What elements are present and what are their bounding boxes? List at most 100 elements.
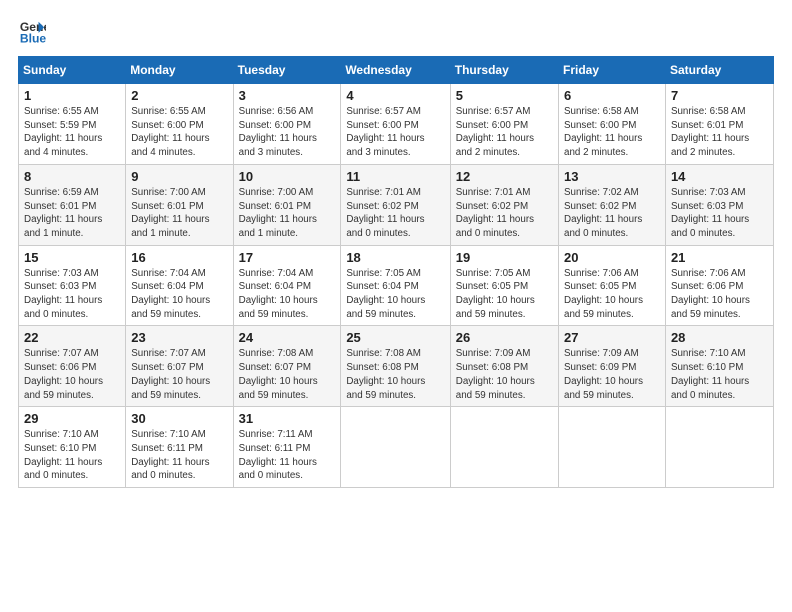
day-info: Sunrise: 7:00 AMSunset: 6:01 PMDaylight:… — [131, 186, 227, 241]
weekday-header-tuesday: Tuesday — [233, 57, 341, 84]
calendar-cell: 9Sunrise: 7:00 AMSunset: 6:01 PMDaylight… — [126, 164, 233, 245]
day-info: Sunrise: 7:09 AMSunset: 6:08 PMDaylight:… — [456, 347, 553, 402]
day-number: 16 — [131, 250, 227, 265]
day-info: Sunrise: 7:04 AMSunset: 6:04 PMDaylight:… — [131, 267, 227, 322]
calendar-cell: 1 Sunrise: 6:55 AMSunset: 5:59 PMDaylight… — [19, 84, 126, 165]
day-info: Sunrise: 7:04 AMSunset: 6:04 PMDaylight:… — [239, 267, 336, 322]
day-number: 10 — [239, 169, 336, 184]
day-number: 4 — [346, 88, 444, 103]
day-number: 6 — [564, 88, 660, 103]
day-info: Sunrise: 7:01 AMSunset: 6:02 PMDaylight:… — [456, 186, 553, 241]
day-number: 29 — [24, 411, 120, 426]
day-number: 2 — [131, 88, 227, 103]
day-number: 15 — [24, 250, 120, 265]
day-number: 1 — [24, 88, 120, 103]
day-number: 12 — [456, 169, 553, 184]
day-number: 11 — [346, 169, 444, 184]
calendar-cell: 16 Sunrise: 7:04 AMSunset: 6:04 PMDayligh… — [126, 245, 233, 326]
weekday-header-sunday: Sunday — [19, 57, 126, 84]
day-info: Sunrise: 7:01 AMSunset: 6:02 PMDaylight:… — [346, 186, 444, 241]
day-info: Sunrise: 6:59 AMSunset: 6:01 PMDaylight:… — [24, 186, 120, 241]
week-row-5: 29Sunrise: 7:10 AMSunset: 6:10 PMDayligh… — [19, 407, 774, 488]
calendar-cell: 23 Sunrise: 7:07 AMSunset: 6:07 PMDayligh… — [126, 326, 233, 407]
weekday-header-thursday: Thursday — [450, 57, 558, 84]
day-number: 19 — [456, 250, 553, 265]
day-info: Sunrise: 7:06 AMSunset: 6:06 PMDaylight:… — [671, 267, 768, 322]
day-number: 14 — [671, 169, 768, 184]
calendar-cell: 25Sunrise: 7:08 AMSunset: 6:08 PMDayligh… — [341, 326, 450, 407]
day-info: Sunrise: 7:08 AMSunset: 6:07 PMDaylight:… — [239, 347, 336, 402]
calendar-cell: 7 Sunrise: 6:58 AMSunset: 6:01 PMDaylight… — [665, 84, 773, 165]
day-number: 8 — [24, 169, 120, 184]
header: General Blue — [18, 18, 774, 46]
day-number: 23 — [131, 330, 227, 345]
calendar-cell: 27Sunrise: 7:09 AMSunset: 6:09 PMDayligh… — [559, 326, 666, 407]
day-info: Sunrise: 6:57 AMSunset: 6:00 PMDaylight:… — [456, 105, 553, 160]
calendar-cell: 13 Sunrise: 7:02 AMSunset: 6:02 PMDayligh… — [559, 164, 666, 245]
day-info: Sunrise: 7:03 AMSunset: 6:03 PMDaylight:… — [671, 186, 768, 241]
calendar-cell — [450, 407, 558, 488]
day-number: 13 — [564, 169, 660, 184]
day-info: Sunrise: 6:58 AMSunset: 6:01 PMDaylight:… — [671, 105, 768, 160]
day-number: 5 — [456, 88, 553, 103]
day-info: Sunrise: 7:08 AMSunset: 6:08 PMDaylight:… — [346, 347, 444, 402]
calendar-cell: 18Sunrise: 7:05 AMSunset: 6:04 PMDayligh… — [341, 245, 450, 326]
day-number: 20 — [564, 250, 660, 265]
day-info: Sunrise: 7:03 AMSunset: 6:03 PMDaylight:… — [24, 267, 120, 322]
week-row-1: 1 Sunrise: 6:55 AMSunset: 5:59 PMDaylight… — [19, 84, 774, 165]
calendar-cell: 14 Sunrise: 7:03 AMSunset: 6:03 PMDayligh… — [665, 164, 773, 245]
day-info: Sunrise: 6:58 AMSunset: 6:00 PMDaylight:… — [564, 105, 660, 160]
calendar-cell: 24 Sunrise: 7:08 AMSunset: 6:07 PMDayligh… — [233, 326, 341, 407]
day-number: 30 — [131, 411, 227, 426]
calendar-cell: 3Sunrise: 6:56 AMSunset: 6:00 PMDaylight… — [233, 84, 341, 165]
calendar-cell: 4Sunrise: 6:57 AMSunset: 6:00 PMDaylight… — [341, 84, 450, 165]
day-number: 21 — [671, 250, 768, 265]
calendar-cell: 29Sunrise: 7:10 AMSunset: 6:10 PMDayligh… — [19, 407, 126, 488]
calendar-cell: 8 Sunrise: 6:59 AMSunset: 6:01 PMDaylight… — [19, 164, 126, 245]
week-row-4: 22Sunrise: 7:07 AMSunset: 6:06 PMDayligh… — [19, 326, 774, 407]
calendar-page: General Blue SundayMondayTuesdayWednesda… — [0, 0, 792, 612]
calendar-table: SundayMondayTuesdayWednesdayThursdayFrid… — [18, 56, 774, 488]
calendar-cell: 21 Sunrise: 7:06 AMSunset: 6:06 PMDayligh… — [665, 245, 773, 326]
calendar-cell: 11 Sunrise: 7:01 AMSunset: 6:02 PMDayligh… — [341, 164, 450, 245]
day-info: Sunrise: 7:02 AMSunset: 6:02 PMDaylight:… — [564, 186, 660, 241]
calendar-cell: 19 Sunrise: 7:05 AMSunset: 6:05 PMDayligh… — [450, 245, 558, 326]
calendar-cell: 26 Sunrise: 7:09 AMSunset: 6:08 PMDayligh… — [450, 326, 558, 407]
day-number: 7 — [671, 88, 768, 103]
calendar-cell: 28Sunrise: 7:10 AMSunset: 6:10 PMDayligh… — [665, 326, 773, 407]
calendar-cell — [665, 407, 773, 488]
calendar-cell: 6 Sunrise: 6:58 AMSunset: 6:00 PMDaylight… — [559, 84, 666, 165]
weekday-header-row: SundayMondayTuesdayWednesdayThursdayFrid… — [19, 57, 774, 84]
day-info: Sunrise: 7:10 AMSunset: 6:10 PMDaylight:… — [671, 347, 768, 402]
day-info: Sunrise: 6:55 AMSunset: 5:59 PMDaylight:… — [24, 105, 120, 160]
logo-icon: General Blue — [18, 18, 46, 46]
svg-text:Blue: Blue — [20, 31, 46, 45]
week-row-3: 15 Sunrise: 7:03 AMSunset: 6:03 PMDayligh… — [19, 245, 774, 326]
day-info: Sunrise: 7:11 AMSunset: 6:11 PMDaylight:… — [239, 428, 336, 483]
week-row-2: 8 Sunrise: 6:59 AMSunset: 6:01 PMDaylight… — [19, 164, 774, 245]
weekday-header-friday: Friday — [559, 57, 666, 84]
day-number: 27 — [564, 330, 660, 345]
calendar-cell: 17 Sunrise: 7:04 AMSunset: 6:04 PMDayligh… — [233, 245, 341, 326]
calendar-cell: 22Sunrise: 7:07 AMSunset: 6:06 PMDayligh… — [19, 326, 126, 407]
day-info: Sunrise: 7:10 AMSunset: 6:11 PMDaylight:… — [131, 428, 227, 483]
weekday-header-saturday: Saturday — [665, 57, 773, 84]
day-number: 26 — [456, 330, 553, 345]
calendar-cell: 31 Sunrise: 7:11 AMSunset: 6:11 PMDayligh… — [233, 407, 341, 488]
calendar-cell: 20 Sunrise: 7:06 AMSunset: 6:05 PMDayligh… — [559, 245, 666, 326]
day-info: Sunrise: 6:56 AMSunset: 6:00 PMDaylight:… — [239, 105, 336, 160]
day-number: 22 — [24, 330, 120, 345]
day-info: Sunrise: 7:06 AMSunset: 6:05 PMDaylight:… — [564, 267, 660, 322]
day-info: Sunrise: 7:07 AMSunset: 6:07 PMDaylight:… — [131, 347, 227, 402]
calendar-cell: 5 Sunrise: 6:57 AMSunset: 6:00 PMDaylight… — [450, 84, 558, 165]
calendar-cell: 30 Sunrise: 7:10 AMSunset: 6:11 PMDayligh… — [126, 407, 233, 488]
day-number: 24 — [239, 330, 336, 345]
day-number: 31 — [239, 411, 336, 426]
day-number: 18 — [346, 250, 444, 265]
day-number: 17 — [239, 250, 336, 265]
calendar-cell — [341, 407, 450, 488]
day-info: Sunrise: 7:05 AMSunset: 6:05 PMDaylight:… — [456, 267, 553, 322]
calendar-cell: 10Sunrise: 7:00 AMSunset: 6:01 PMDayligh… — [233, 164, 341, 245]
calendar-cell: 12 Sunrise: 7:01 AMSunset: 6:02 PMDayligh… — [450, 164, 558, 245]
calendar-cell: 2Sunrise: 6:55 AMSunset: 6:00 PMDaylight… — [126, 84, 233, 165]
